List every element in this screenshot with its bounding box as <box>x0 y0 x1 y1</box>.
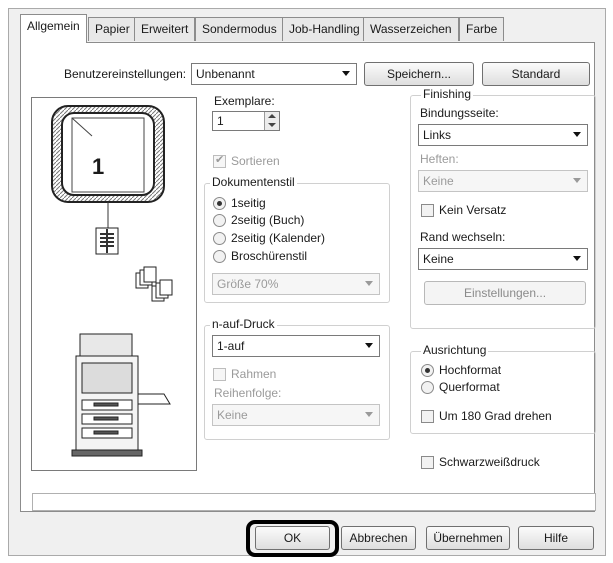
margin-shift-label: Rand wechseln: <box>420 230 506 244</box>
cancel-button[interactable]: Abbrechen <box>341 526 416 550</box>
bw-print-checkbox[interactable] <box>421 456 434 469</box>
printer-icon <box>71 333 171 457</box>
chevron-down-icon <box>365 412 373 417</box>
radio-querformat[interactable] <box>421 381 434 394</box>
chevron-down-icon <box>342 71 350 76</box>
help-button[interactable]: Hilfe <box>518 526 594 550</box>
tab-label: Sondermodus <box>202 22 277 36</box>
chevron-down-icon <box>573 132 581 137</box>
document-style-option-broschurenstil: Broschürenstil <box>231 249 308 263</box>
tab-label: Job-Handling <box>289 22 360 36</box>
document-style-option-2seitig-kalender: 2seitig (Kalender) <box>231 231 326 245</box>
margin-shift-select[interactable]: Keine <box>418 248 588 270</box>
help-label: Hilfe <box>543 531 568 545</box>
copies-value: 1 <box>217 114 224 128</box>
tab-label: Allgemein <box>27 19 80 33</box>
chevron-down-icon <box>365 343 373 348</box>
tab-label: Farbe <box>466 22 498 36</box>
preview-graphics <box>51 105 173 457</box>
document-style-title: Dokumentenstil <box>210 175 297 189</box>
radio-broschurenstil[interactable] <box>213 250 226 263</box>
chevron-down-icon <box>268 123 276 127</box>
staple-select[interactable]: Keine <box>418 170 588 192</box>
tab-label: Wasserzeichen <box>370 22 452 36</box>
tab-wasserzeichen[interactable]: Wasserzeichen <box>363 17 459 41</box>
radio-2seitig-buch[interactable] <box>213 214 226 227</box>
tab-job-handling[interactable]: Job-Handling <box>282 17 367 41</box>
rotate-180-checkbox[interactable] <box>421 410 434 423</box>
apply-label: Übernehmen <box>433 531 503 545</box>
ok-label: OK <box>283 531 302 545</box>
default-button[interactable]: Standard <box>482 62 590 86</box>
staple-value: Keine <box>423 174 454 188</box>
border-label: Rahmen <box>231 367 277 381</box>
no-offset-label: Kein Versatz <box>439 203 507 217</box>
checkmark-icon: ✔ <box>215 154 225 166</box>
collate-label: Sortieren <box>231 154 280 168</box>
n-up-select[interactable]: 1-auf <box>212 335 380 357</box>
orientation-option-hochformat: Hochformat <box>439 363 502 377</box>
status-field <box>32 493 596 511</box>
collate-checkbox[interactable]: ✔ <box>213 154 226 168</box>
finishing-settings-button[interactable]: Einstellungen... <box>424 281 586 305</box>
document-style-option-2seitig-buch: 2seitig (Buch) <box>231 213 305 227</box>
tab-label: Erweitert <box>141 22 189 36</box>
stepper-buttons[interactable] <box>264 112 279 130</box>
page-number: 1 <box>92 154 105 179</box>
booklet-size-value: Größe 70% <box>217 277 279 291</box>
copies-label: Exemplare: <box>214 94 275 108</box>
radio-2seitig-kalender[interactable] <box>213 232 226 245</box>
order-value: Keine <box>217 408 248 422</box>
rotate-180-label: Um 180 Grad drehen <box>439 409 552 423</box>
save-settings-label: Speichern... <box>386 67 452 81</box>
user-settings-select[interactable]: Unbenannt <box>191 63 357 85</box>
chevron-down-icon <box>573 256 581 261</box>
bw-print-label: Schwarzweißdruck <box>439 455 540 469</box>
no-offset-checkbox[interactable] <box>421 204 434 217</box>
radio-hochformat[interactable] <box>421 364 434 377</box>
finishing-settings-label: Einstellungen... <box>463 286 547 300</box>
tab-papier[interactable]: Papier <box>88 17 137 41</box>
user-settings-label: Benutzereinstellungen: <box>64 67 187 81</box>
binding-value: Links <box>423 128 452 142</box>
apply-button[interactable]: Übernehmen <box>426 526 510 550</box>
orientation-title: Ausrichtung <box>421 343 489 357</box>
radio-1seitig[interactable] <box>213 197 226 210</box>
save-settings-button[interactable]: Speichern... <box>364 62 474 86</box>
tab-farbe[interactable]: Farbe <box>459 17 505 41</box>
orientation-option-querformat: Querformat <box>439 380 500 394</box>
chevron-down-icon <box>573 178 581 183</box>
default-label: Standard <box>511 67 561 81</box>
border-checkbox[interactable] <box>213 368 226 381</box>
page-preview-icon <box>51 105 165 203</box>
tab-sondermodus[interactable]: Sondermodus <box>195 17 284 41</box>
finishing-title: Finishing <box>421 87 474 101</box>
order-select[interactable]: Keine <box>212 404 380 426</box>
chevron-down-icon <box>365 281 373 286</box>
ok-button[interactable]: OK <box>255 526 330 550</box>
margin-shift-value: Keine <box>423 252 454 266</box>
binding-label: Bindungsseite: <box>420 106 499 120</box>
document-icon <box>95 227 119 255</box>
staple-label: Heften: <box>420 152 459 166</box>
tab-allgemein[interactable]: Allgemein <box>20 14 87 43</box>
preview-panel: 1 <box>31 97 197 471</box>
binding-select[interactable]: Links <box>418 124 588 146</box>
booklet-size-select[interactable]: Größe 70% <box>212 273 380 295</box>
n-up-title: n-auf-Druck <box>210 317 277 331</box>
cancel-label: Abbrechen <box>349 531 408 545</box>
tab-erweitert[interactable]: Erweitert <box>134 17 196 41</box>
document-style-option-1seitig: 1seitig <box>231 196 266 210</box>
copies-stepper[interactable]: 1 <box>212 111 280 131</box>
collated-copies-icon <box>135 266 173 302</box>
order-label: Reihenfolge: <box>214 386 282 400</box>
n-up-value: 1-auf <box>217 339 245 353</box>
chevron-up-icon <box>268 114 276 118</box>
tab-label: Papier <box>95 22 130 36</box>
user-settings-value: Unbenannt <box>196 67 255 81</box>
